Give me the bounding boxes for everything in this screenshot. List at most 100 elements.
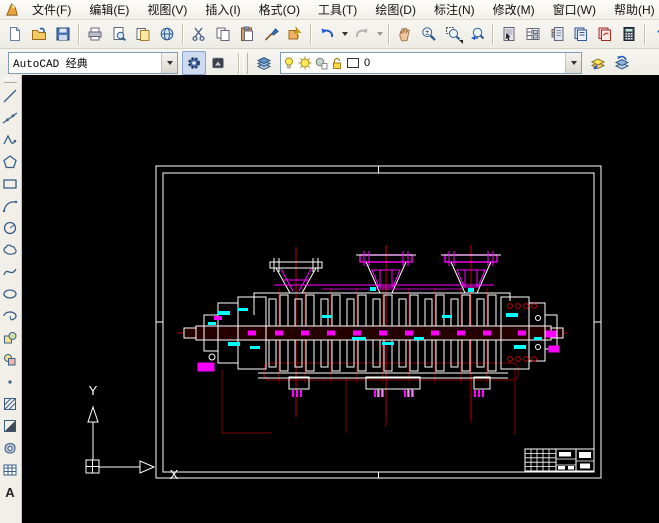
- rectangle-icon: [3, 179, 17, 189]
- pump-assembly: [177, 245, 567, 435]
- sheet-set-icon: [574, 27, 587, 41]
- construction-line-tool[interactable]: [0, 107, 20, 129]
- undo-dropdown[interactable]: [339, 23, 350, 45]
- paste-button[interactable]: [235, 22, 259, 46]
- new-button[interactable]: [3, 22, 27, 46]
- block-editor-button[interactable]: [283, 22, 307, 46]
- insert-block-icon: [4, 332, 17, 344]
- toolbar-separator: [238, 52, 240, 74]
- pan-button[interactable]: [393, 22, 417, 46]
- zoom-previous-icon: [471, 27, 485, 40]
- toolbar-separator: [78, 23, 80, 45]
- layer-dropdown[interactable]: 0: [280, 52, 582, 74]
- rectangle-tool[interactable]: [0, 173, 20, 195]
- gradient-tool[interactable]: [0, 415, 20, 437]
- my-workspace-icon: [212, 57, 224, 69]
- toolbar-separator: [492, 23, 494, 45]
- match-properties-button[interactable]: [259, 22, 283, 46]
- redo-dropdown[interactable]: [374, 23, 385, 45]
- toolbar-separator: [644, 23, 646, 45]
- paintbrush-icon: [264, 28, 279, 41]
- ellipse-arc-icon: [3, 311, 17, 321]
- zoom-previous-button[interactable]: [465, 22, 489, 46]
- menu-item-view[interactable]: 视图(V): [138, 0, 196, 19]
- polyline-tool[interactable]: [0, 129, 20, 151]
- menu-item-insert[interactable]: 插入(I): [196, 0, 249, 19]
- open-button[interactable]: [27, 22, 51, 46]
- menu-item-edit[interactable]: 编辑(E): [80, 0, 138, 19]
- properties-palette-button[interactable]: [497, 22, 521, 46]
- markup-set-manager-button[interactable]: [593, 22, 617, 46]
- copy-button[interactable]: [211, 22, 235, 46]
- menu-item-dimension[interactable]: 标注(N): [425, 0, 484, 19]
- layer-previous-icon: [614, 55, 630, 70]
- layer-thaw-sun-icon[interactable]: [297, 55, 313, 71]
- autocad-window: 文件(F) 编辑(E) 视图(V) 插入(I) 格式(O) 工具(T) 绘图(D…: [0, 0, 659, 523]
- zoom-window-button[interactable]: [441, 22, 465, 46]
- layer-on-bulb-icon[interactable]: [281, 55, 297, 71]
- quickcalc-button[interactable]: [617, 22, 641, 46]
- ellipse-tool[interactable]: [0, 283, 20, 305]
- toolbar-grip[interactable]: [4, 78, 17, 83]
- undo-button[interactable]: [315, 22, 339, 46]
- toolbar-grip[interactable]: [243, 52, 248, 74]
- drawing-canvas[interactable]: Y X: [22, 75, 659, 523]
- sheet-set-manager-button[interactable]: [569, 22, 593, 46]
- layer-previous-button[interactable]: [610, 51, 634, 75]
- circle-tool[interactable]: [0, 217, 20, 239]
- polyline-icon: [3, 134, 17, 145]
- workspace-dropdown[interactable]: AutoCAD 经典: [8, 52, 178, 74]
- menu-item-help[interactable]: 帮助(H): [605, 0, 659, 19]
- plot-preview-button[interactable]: [107, 22, 131, 46]
- insert-block-tool[interactable]: [0, 327, 20, 349]
- ellipse-arc-tool[interactable]: [0, 305, 20, 327]
- menu-item-tools[interactable]: 工具(T): [309, 0, 366, 19]
- scissors-icon: [192, 27, 205, 42]
- point-tool[interactable]: [0, 371, 20, 393]
- tool-palettes-button[interactable]: [545, 22, 569, 46]
- layer-viewport-freeze-icon[interactable]: [313, 55, 329, 71]
- plot-button[interactable]: [83, 22, 107, 46]
- open-folder-icon: [32, 27, 46, 40]
- region-tool[interactable]: [0, 437, 20, 459]
- zoom-realtime-icon: ±: [422, 27, 436, 41]
- mtext-tool[interactable]: A: [0, 481, 20, 503]
- redo-button[interactable]: [350, 22, 374, 46]
- make-layer-current-icon: [590, 58, 606, 70]
- drawing-frame: [155, 165, 602, 479]
- help-button[interactable]: ?: [649, 22, 659, 46]
- make-block-icon: [4, 354, 16, 366]
- polygon-tool[interactable]: [0, 151, 20, 173]
- menu-item-modify[interactable]: 修改(M): [484, 0, 544, 19]
- cut-button[interactable]: [187, 22, 211, 46]
- hatch-tool[interactable]: [0, 393, 20, 415]
- publish-button[interactable]: [131, 22, 155, 46]
- layer-color-swatch[interactable]: [345, 55, 361, 71]
- layers-icon: [256, 56, 272, 71]
- make-block-tool[interactable]: [0, 349, 20, 371]
- arc-tool[interactable]: [0, 195, 20, 217]
- line-tool[interactable]: [0, 85, 20, 107]
- designcenter-button[interactable]: [521, 22, 545, 46]
- workspace-settings-button[interactable]: [182, 51, 206, 75]
- menu-item-window[interactable]: 窗口(W): [544, 0, 605, 19]
- menu-item-draw[interactable]: 绘图(D): [366, 0, 425, 19]
- spline-tool[interactable]: [0, 261, 20, 283]
- table-tool[interactable]: [0, 459, 20, 481]
- menu-bar: 文件(F) 编辑(E) 视图(V) 插入(I) 格式(O) 工具(T) 绘图(D…: [0, 0, 659, 20]
- tool-palettes-icon: [551, 27, 564, 41]
- ucs-icon: Y X: [85, 383, 179, 482]
- toolbar-separator: [182, 23, 184, 45]
- web-publish-button[interactable]: [155, 22, 179, 46]
- make-layer-current-button[interactable]: [586, 51, 610, 75]
- workspace-selected-label: AutoCAD 经典: [13, 59, 88, 71]
- menu-item-file[interactable]: 文件(F): [23, 0, 80, 19]
- model-space: Y X: [85, 165, 602, 482]
- revision-cloud-tool[interactable]: [0, 239, 20, 261]
- layer-properties-button[interactable]: [252, 51, 276, 75]
- zoom-realtime-button[interactable]: ±: [417, 22, 441, 46]
- menu-item-format[interactable]: 格式(O): [250, 0, 309, 19]
- my-workspace-button[interactable]: [206, 51, 230, 75]
- save-button[interactable]: [51, 22, 75, 46]
- layer-unlock-icon[interactable]: [329, 55, 345, 71]
